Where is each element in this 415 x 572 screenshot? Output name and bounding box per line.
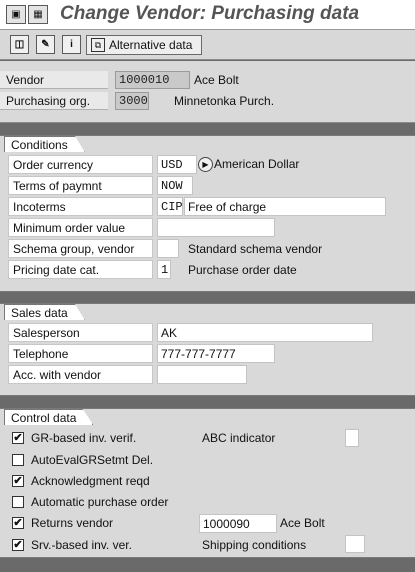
acknowledgment-checkbox[interactable]: ✔ — [12, 475, 24, 487]
auto-po-label: Automatic purchase order — [31, 495, 169, 509]
vendor-header: Vendor 1000010 Ace Bolt Purchasing org. … — [0, 61, 415, 123]
title-icon-group: ▣ ▦ — [6, 5, 50, 24]
sales-data-section: Sales data Salesperson AK Telephone 777-… — [0, 303, 415, 396]
returns-vendor-name: Ace Bolt — [280, 516, 325, 530]
page-title: Change Vendor: Purchasing data — [60, 3, 360, 24]
acc-with-vendor-label: Acc. with vendor — [8, 365, 153, 384]
telephone-field[interactable]: 777-777-7777 — [157, 344, 275, 363]
conditions-section: Conditions Order currency USD ▶ American… — [0, 135, 415, 292]
min-order-value-field[interactable] — [157, 218, 275, 237]
incoterms-desc-field[interactable]: Free of charge — [184, 197, 386, 216]
purch-org-label-box: Purchasing org. — [0, 92, 108, 110]
shipping-conditions-label: Shipping conditions — [202, 538, 307, 552]
alternative-data-button[interactable]: ⧉ Alternative data — [86, 35, 202, 55]
display-change-icon[interactable]: ✎ — [36, 35, 55, 54]
returns-vendor-checkbox[interactable]: ✔ — [12, 517, 24, 529]
srv-based-checkbox[interactable]: ✔ — [12, 539, 24, 551]
vendor-field: 1000010 — [115, 71, 190, 89]
incoterms-field[interactable]: CIP — [157, 197, 183, 216]
auto-po-checkbox[interactable] — [12, 496, 24, 508]
value-help-icon[interactable]: ▶ — [198, 157, 213, 172]
order-currency-label: Order currency — [8, 155, 153, 174]
copy-icon: ⧉ — [91, 38, 105, 52]
schema-group-field[interactable] — [157, 239, 179, 258]
returns-vendor-label: Returns vendor — [31, 516, 114, 530]
pricing-date-label: Pricing date cat. — [8, 260, 153, 279]
returns-vendor-field[interactable]: 1000090 — [199, 514, 277, 533]
schema-group-label: Schema group, vendor — [8, 239, 153, 258]
other-object-icon[interactable]: ◫ — [10, 35, 29, 54]
menu-icon[interactable]: ▣ — [6, 5, 26, 24]
abc-indicator-field[interactable] — [345, 429, 359, 447]
abc-indicator-label: ABC indicator — [202, 431, 276, 445]
info-icon[interactable]: i — [62, 35, 81, 54]
shipping-conditions-field[interactable] — [345, 535, 365, 553]
vendor-label-box: Vendor — [0, 71, 108, 89]
conditions-title: Conditions — [4, 136, 85, 152]
terms-payment-label: Terms of paymnt — [8, 176, 153, 195]
purch-org-name: Minnetonka Purch. — [174, 94, 275, 108]
purch-org-field: 3000 — [115, 92, 149, 110]
acc-with-vendor-field[interactable] — [157, 365, 247, 384]
pricing-date-desc: Purchase order date — [188, 263, 297, 277]
system-menu-icon[interactable]: ▦ — [28, 5, 48, 24]
telephone-label: Telephone — [8, 344, 153, 363]
autoeval-checkbox[interactable] — [12, 454, 24, 466]
application-toolbar: ◫ ✎ i ⧉ Alternative data — [0, 30, 415, 60]
title-bar: ▣ ▦ Change Vendor: Purchasing data — [0, 0, 415, 30]
srv-based-label: Srv.-based inv. ver. — [31, 538, 132, 552]
terms-payment-field[interactable]: NOW — [157, 176, 193, 195]
order-currency-desc: American Dollar — [214, 157, 300, 171]
salesperson-label: Salesperson — [8, 323, 153, 342]
control-data-title: Control data — [4, 409, 94, 425]
pricing-date-field[interactable]: 1 — [157, 260, 171, 279]
min-order-value-label: Minimum order value — [8, 218, 153, 237]
vendor-label: Vendor — [6, 72, 45, 87]
vendor-name: Ace Bolt — [194, 73, 239, 87]
order-currency-field[interactable]: USD — [157, 155, 197, 174]
sales-data-title: Sales data — [4, 304, 85, 320]
salesperson-field[interactable]: AK — [157, 323, 373, 342]
gr-based-checkbox[interactable]: ✔ — [12, 432, 24, 444]
autoeval-label: AutoEvalGRSetmt Del. — [31, 453, 154, 467]
gr-based-label: GR-based inv. verif. — [31, 431, 137, 445]
alternative-data-label: Alternative data — [109, 38, 193, 52]
acknowledgment-label: Acknowledgment reqd — [31, 474, 150, 488]
incoterms-label: Incoterms — [8, 197, 153, 216]
control-data-section: Control data ✔ GR-based inv. verif. ABC … — [0, 408, 415, 558]
schema-group-desc: Standard schema vendor — [188, 242, 323, 256]
purch-org-label: Purchasing org. — [6, 93, 91, 108]
